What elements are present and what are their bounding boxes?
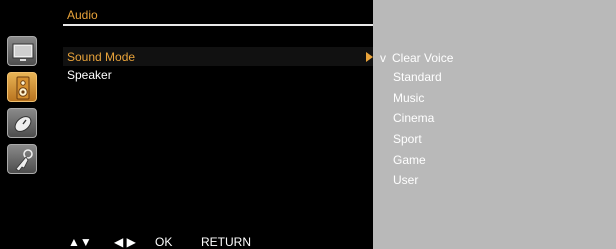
- option-game[interactable]: Game: [393, 153, 426, 167]
- option-standard[interactable]: Standard: [393, 70, 442, 84]
- menu-icon-bar: [3, 36, 43, 186]
- footer-hint-bar: ▲▼ ◀ ▶ OK RETURN: [0, 234, 373, 249]
- option-cinema[interactable]: Cinema: [393, 111, 434, 125]
- check-mark-icon: v: [380, 51, 386, 65]
- time-clock-icon: [14, 116, 32, 132]
- menu-item-speaker[interactable]: Speaker: [67, 68, 112, 82]
- option-user[interactable]: User: [393, 173, 418, 187]
- title-divider: [63, 24, 373, 26]
- ok-hint: OK: [155, 235, 173, 249]
- audio-menu-tab[interactable]: [7, 72, 37, 102]
- audio-speaker-icon: [16, 76, 30, 100]
- time-menu-tab[interactable]: [7, 108, 37, 138]
- menu-title: Audio: [67, 8, 98, 22]
- menu-item-sound-mode[interactable]: Sound Mode: [67, 50, 135, 64]
- picture-menu-tab[interactable]: [7, 36, 37, 66]
- option-clear-voice[interactable]: Clear Voice: [392, 51, 453, 65]
- updown-nav-icon: ▲▼: [68, 235, 92, 249]
- submenu-arrow-icon: [366, 52, 373, 62]
- option-key-icon: [15, 149, 33, 172]
- picture-icon: [12, 43, 34, 61]
- leftright-nav-icon: ◀ ▶: [114, 235, 136, 249]
- osd-menu: Audio Sound Mode Speaker v Clear Voice S…: [0, 0, 616, 249]
- return-hint: RETURN: [201, 235, 251, 249]
- option-menu-tab[interactable]: [7, 144, 37, 174]
- option-music[interactable]: Music: [393, 91, 424, 105]
- option-sport[interactable]: Sport: [393, 132, 422, 146]
